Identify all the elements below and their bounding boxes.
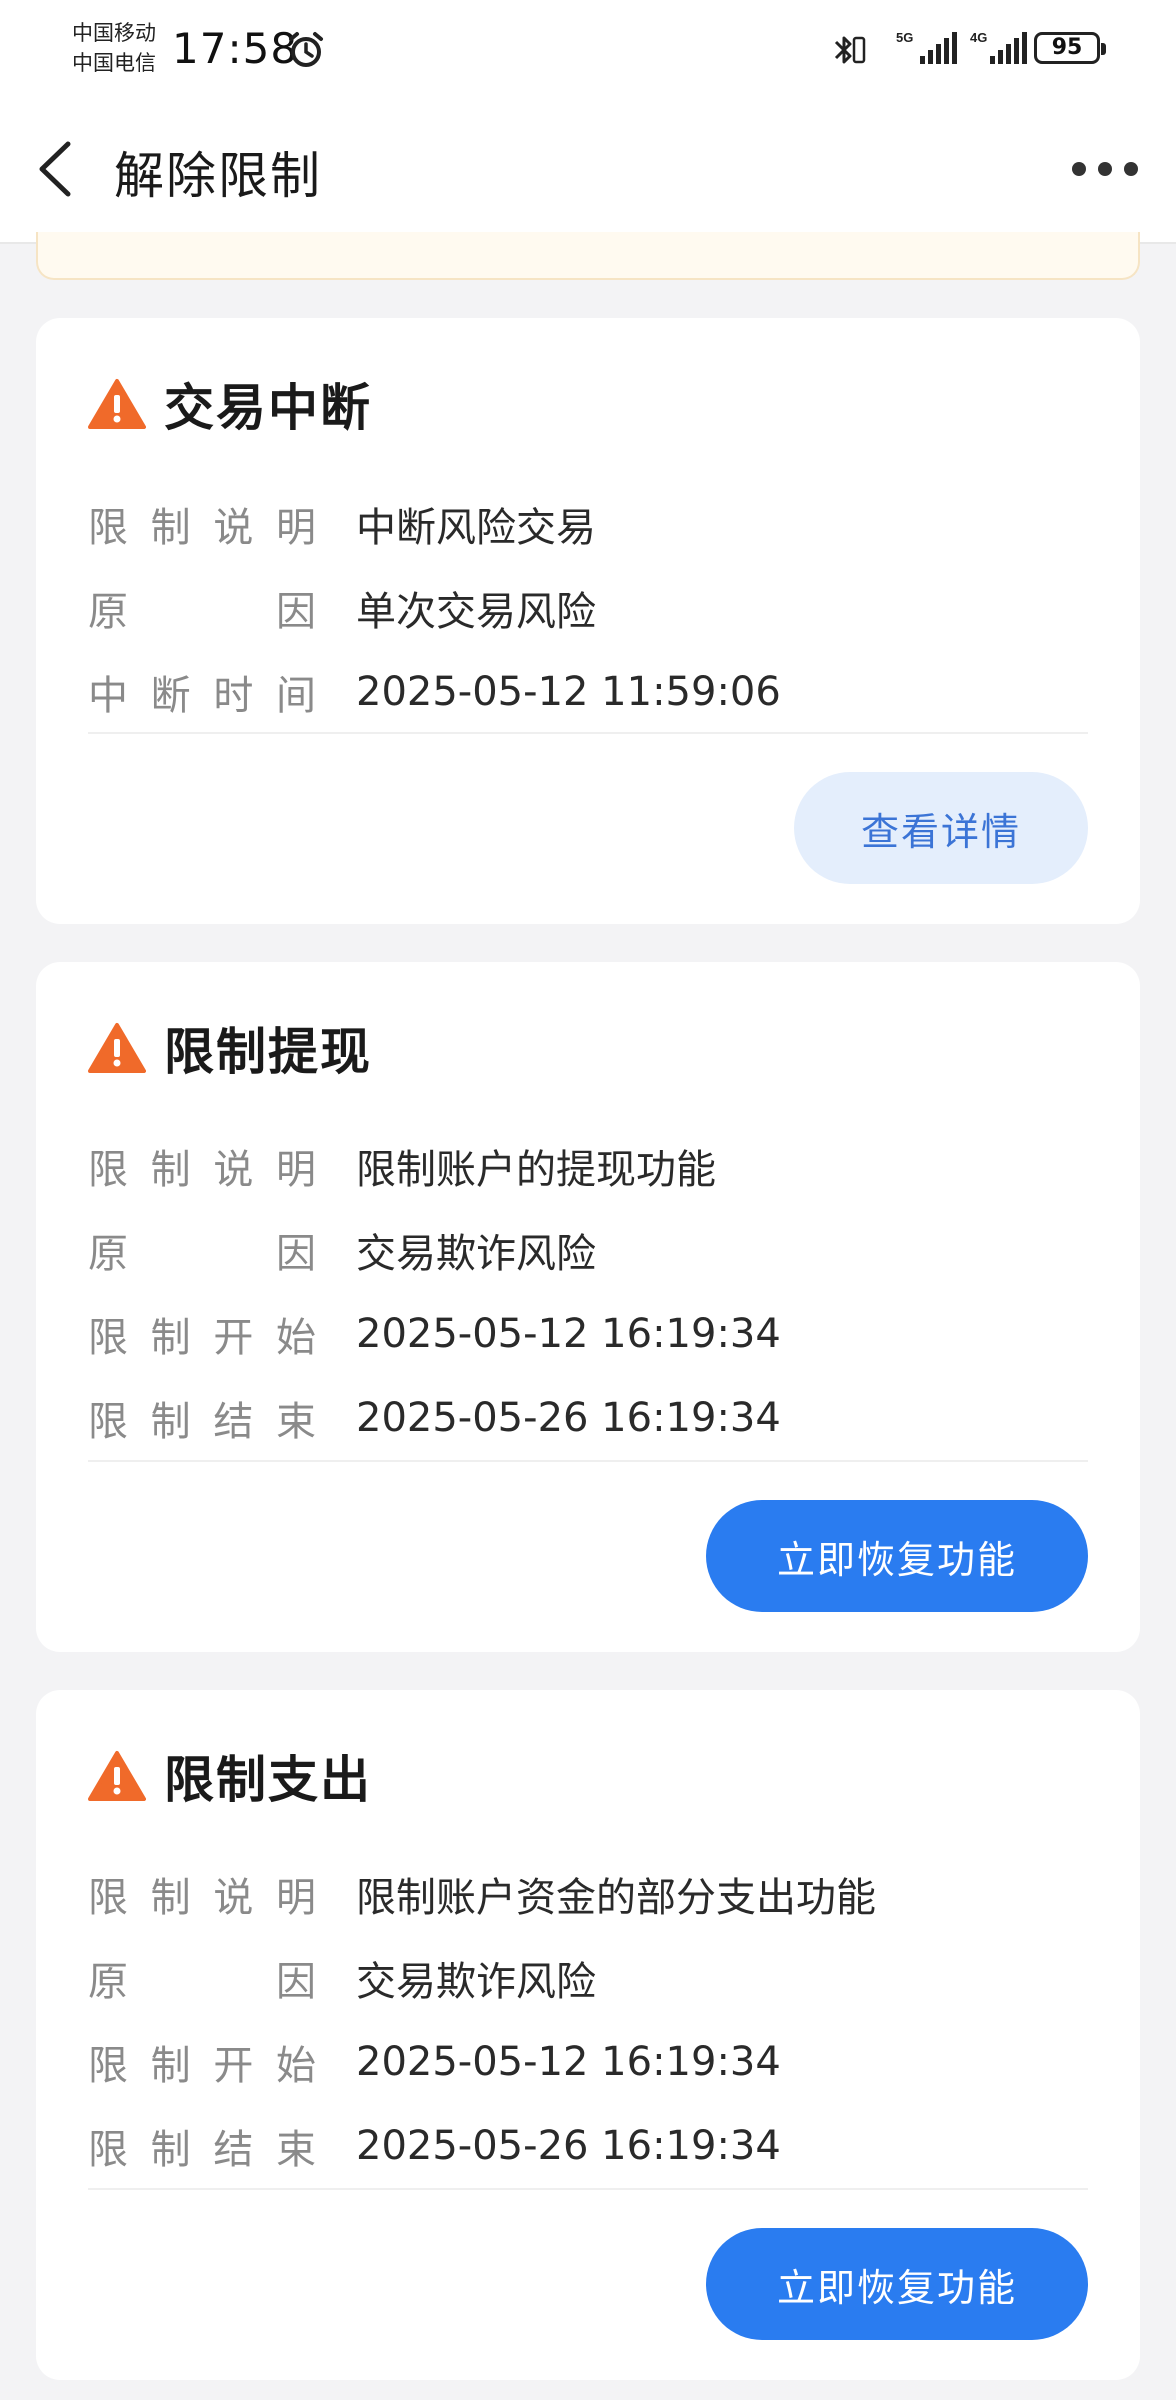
view-details-button[interactable]: 查看详情 <box>794 772 1088 884</box>
signal-4g-icon: 4G <box>970 30 1027 64</box>
more-dot-icon <box>1124 162 1138 176</box>
info-value: 交易欺诈风险 <box>356 1231 596 1277</box>
info-row: 限制说明 限制账户资金的部分支出功能 <box>88 1864 876 1924</box>
card-header: 限制支出 <box>88 1746 372 1809</box>
info-label: 原因 <box>88 1959 316 2005</box>
info-label: 限制开始 <box>88 1315 316 1361</box>
card-header: 交易中断 <box>88 374 372 437</box>
info-label: 限制说明 <box>88 1875 316 1921</box>
status-time: 17:58 <box>172 24 299 73</box>
info-value: 2025-05-12 16:19:34 <box>356 1311 781 1357</box>
net-5g-label: 5G <box>896 30 913 45</box>
info-label: 限制结束 <box>88 1399 316 1445</box>
info-row: 限制结束 2025-05-26 16:19:34 <box>88 2116 781 2176</box>
carrier-info: 中国移动 中国电信 <box>72 18 156 78</box>
warning-icon <box>88 379 146 429</box>
info-value: 2025-05-26 16:19:34 <box>356 1395 781 1441</box>
info-label: 限制说明 <box>88 1147 316 1193</box>
back-arrow-icon[interactable] <box>30 136 86 202</box>
info-value: 2025-05-12 11:59:06 <box>356 669 781 715</box>
card-title: 交易中断 <box>164 379 372 437</box>
info-row: 限制说明 中断风险交易 <box>88 494 596 554</box>
info-row: 限制说明 限制账户的提现功能 <box>88 1136 716 1196</box>
card-trade-interrupt: 交易中断 限制说明 中断风险交易 原因 单次交易风险 中断时间 2025-05-… <box>36 318 1140 924</box>
info-label: 原因 <box>88 1231 316 1277</box>
nav-bar: 解除限制 <box>0 96 1176 242</box>
info-label: 原因 <box>88 589 316 635</box>
info-value: 交易欺诈风险 <box>356 1959 596 2005</box>
info-row: 中断时间 2025-05-12 11:59:06 <box>88 662 781 722</box>
info-label: 限制结束 <box>88 2127 316 2173</box>
card-title: 限制提现 <box>164 1023 372 1081</box>
info-label: 中断时间 <box>88 673 316 719</box>
info-value: 中断风险交易 <box>356 505 596 551</box>
signal-5g-icon: 5G <box>896 30 957 64</box>
info-value: 限制账户资金的部分支出功能 <box>356 1875 876 1921</box>
status-bar: 中国移动 中国电信 17:58 5G 4G 95 <box>0 0 1176 96</box>
page-title: 解除限制 <box>114 147 322 205</box>
info-value: 2025-05-12 16:19:34 <box>356 2039 781 2085</box>
card-spend-limit: 限制支出 限制说明 限制账户资金的部分支出功能 原因 交易欺诈风险 限制开始 2… <box>36 1690 1140 2380</box>
info-row: 原因 单次交易风险 <box>88 578 596 638</box>
restore-function-button[interactable]: 立即恢复功能 <box>706 2228 1088 2340</box>
info-value: 单次交易风险 <box>356 589 596 635</box>
info-row: 限制开始 2025-05-12 16:19:34 <box>88 2032 781 2092</box>
card-title: 限制支出 <box>164 1751 372 1809</box>
notice-banner <box>36 232 1140 280</box>
row-divider <box>88 1460 1088 1462</box>
battery-indicator: 95 <box>1034 32 1106 64</box>
row-divider <box>88 2188 1088 2190</box>
warning-icon <box>88 1023 146 1073</box>
more-dot-icon <box>1072 162 1086 176</box>
bluetooth-icon <box>834 36 866 64</box>
card-withdraw-limit: 限制提现 限制说明 限制账户的提现功能 原因 交易欺诈风险 限制开始 2025-… <box>36 962 1140 1652</box>
info-value: 2025-05-26 16:19:34 <box>356 2123 781 2169</box>
info-row: 原因 交易欺诈风险 <box>88 1948 596 2008</box>
info-label: 限制说明 <box>88 505 316 551</box>
info-label: 限制开始 <box>88 2043 316 2089</box>
restore-function-button[interactable]: 立即恢复功能 <box>706 1500 1088 1612</box>
warning-icon <box>88 1751 146 1801</box>
info-row: 限制结束 2025-05-26 16:19:34 <box>88 1388 781 1448</box>
carrier-1: 中国移动 <box>72 21 156 45</box>
info-row: 限制开始 2025-05-12 16:19:34 <box>88 1304 781 1364</box>
alarm-clock-icon <box>289 32 323 67</box>
more-options-button[interactable] <box>1070 146 1142 190</box>
info-value: 限制账户的提现功能 <box>356 1147 716 1193</box>
net-4g-label: 4G <box>970 30 987 45</box>
card-header: 限制提现 <box>88 1018 372 1081</box>
info-row: 原因 交易欺诈风险 <box>88 1220 596 1280</box>
carrier-2: 中国电信 <box>72 51 156 75</box>
row-divider <box>88 732 1088 734</box>
more-dot-icon <box>1098 162 1112 176</box>
